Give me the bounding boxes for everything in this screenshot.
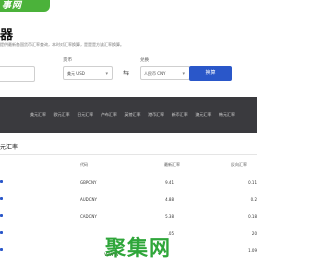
table-row[interactable]: AUDCNY 4.88 0.2 — [0, 197, 257, 215]
tab-hkd[interactable]: 港币汇率 — [148, 112, 164, 118]
column-header-reverse: 反向汇率 — [231, 162, 247, 167]
page-title: 器 — [0, 28, 14, 43]
chevron-down-icon: ▾ — [182, 71, 185, 77]
row-marker — [0, 180, 3, 183]
chevron-down-icon: ▾ — [105, 71, 108, 77]
from-currency-label: 货币 — [63, 58, 72, 63]
currency-tabs: 美元汇率 欧元汇率 日元汇率 卢布汇率 英镑汇率 港币汇率 新币汇率 澳元汇率 … — [30, 112, 235, 118]
rate-code: AUDCNY — [80, 197, 97, 202]
swap-arrows-icon: ⇆ — [123, 69, 129, 77]
convert-button[interactable]: 换算 — [189, 66, 232, 81]
table-row[interactable]: CADCNY 5.38 0.18 — [0, 214, 257, 232]
rate-code: CADCNY — [80, 214, 97, 219]
tab-usd[interactable]: 美元汇率 — [30, 112, 46, 118]
to-currency-value: 人民币 CNY — [144, 71, 166, 76]
top-header: 事网 — [0, 0, 257, 13]
tab-gbp[interactable]: 英镑汇率 — [125, 112, 141, 118]
reverse-rate-value: 20 — [251, 231, 257, 236]
tab-sgd[interactable]: 新币汇率 — [172, 112, 188, 118]
rate-value: 5.38 — [165, 214, 174, 219]
rates-section-title: 元汇率 — [0, 144, 19, 151]
rate-value: 9.41 — [165, 180, 174, 185]
reverse-rate-value: 0.2 — [250, 197, 257, 202]
table-row[interactable]: GBPCNY 9.41 0.11 — [0, 180, 257, 198]
tab-rub[interactable]: 卢布汇率 — [101, 112, 117, 118]
page-subtitle: 提供最新各国货币汇率查询，本时对汇率换算，是是是方该汇率换算。 — [0, 42, 124, 47]
reverse-rate-value: 0.11 — [248, 180, 257, 185]
tab-krw[interactable]: 韩元汇率 — [219, 112, 235, 118]
site-logo[interactable]: 事网 — [0, 0, 50, 12]
watermark-url: www — [104, 251, 119, 258]
amount-input[interactable] — [0, 66, 35, 82]
tab-aud[interactable]: 澳元汇率 — [195, 112, 211, 118]
tab-jpy[interactable]: 日元汇率 — [77, 112, 93, 118]
to-currency-select[interactable]: 人民币 CNY ▾ — [140, 66, 190, 80]
row-marker — [0, 248, 3, 251]
tab-eur[interactable]: 欧元汇率 — [54, 112, 70, 118]
column-header-code: 代码 — [80, 162, 88, 167]
column-header-rate: 最新汇率 — [164, 162, 180, 167]
currency-tabs-band: 美元汇率 欧元汇率 日元汇率 卢布汇率 英镑汇率 港币汇率 新币汇率 澳元汇率 … — [0, 97, 257, 133]
rate-code: GBPCNY — [80, 180, 97, 185]
row-marker — [0, 214, 3, 217]
from-currency-value: 美元 USD — [67, 71, 85, 76]
reverse-rate-value: 1.09 — [248, 248, 257, 253]
rate-value: 4.88 — [165, 197, 174, 202]
row-marker — [0, 231, 3, 234]
from-currency-select[interactable]: 美元 USD ▾ — [63, 66, 113, 80]
row-marker — [0, 197, 3, 200]
reverse-rate-value: 0.18 — [248, 214, 257, 219]
divider — [0, 154, 257, 155]
to-currency-label: 兑换 — [140, 58, 149, 63]
swap-button[interactable]: ⇆ — [118, 66, 134, 80]
